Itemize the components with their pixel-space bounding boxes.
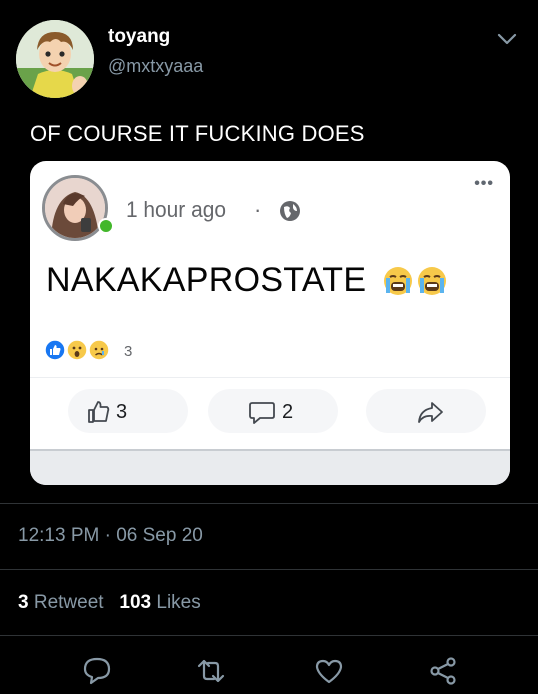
reaction-count: 3 — [124, 343, 133, 360]
divider — [30, 377, 510, 378]
divider — [0, 635, 538, 636]
retweet-icon[interactable] — [196, 656, 226, 686]
author-handle[interactable]: @mxtxyaaa — [108, 56, 203, 77]
like-label[interactable]: Likes — [156, 592, 200, 613]
tweet-stats: 3 Retweet 103 Likes — [18, 592, 201, 614]
comment-icon — [249, 402, 275, 424]
like-reaction-icon — [44, 339, 66, 361]
embedded-image[interactable]: ••• 1 hour ago · NAKAKAPROSTATE 3 3 2 — [30, 161, 510, 485]
divider — [0, 503, 538, 504]
time-separator: · — [254, 197, 262, 222]
sad-reaction-icon — [88, 339, 110, 361]
thumbs-up-icon — [88, 401, 110, 423]
fb-avatar — [42, 175, 108, 241]
more-horizontal-icon: ••• — [474, 175, 494, 192]
fb-comment-count: 2 — [282, 401, 294, 423]
fb-like-count: 3 — [116, 401, 128, 423]
like-icon[interactable] — [314, 656, 344, 686]
crying-face-icon — [418, 267, 446, 295]
like-count[interactable]: 103 — [119, 592, 151, 613]
reply-icon[interactable] — [82, 656, 112, 686]
online-status-dot — [98, 218, 114, 234]
globe-icon — [280, 201, 300, 221]
chevron-down-icon[interactable] — [494, 28, 520, 50]
wow-reaction-icon — [66, 339, 88, 361]
author-name[interactable]: toyang — [108, 26, 170, 48]
card-bottom-bar — [30, 451, 510, 485]
post-text: NAKAKAPROSTATE — [46, 261, 367, 299]
crying-face-icon — [384, 267, 412, 295]
tweet-timestamp[interactable]: 12:13 PM · 06 Sep 20 — [18, 525, 203, 547]
post-time: 1 hour ago — [126, 197, 226, 222]
retweet-count[interactable]: 3 — [18, 592, 29, 613]
share-arrow-icon — [418, 402, 443, 423]
retweet-label[interactable]: Retweet — [34, 592, 104, 613]
author-avatar[interactable] — [16, 20, 94, 98]
divider — [0, 569, 538, 570]
tweet-text: OF COURSE IT FUCKING DOES — [30, 121, 365, 146]
share-icon[interactable] — [428, 656, 458, 686]
